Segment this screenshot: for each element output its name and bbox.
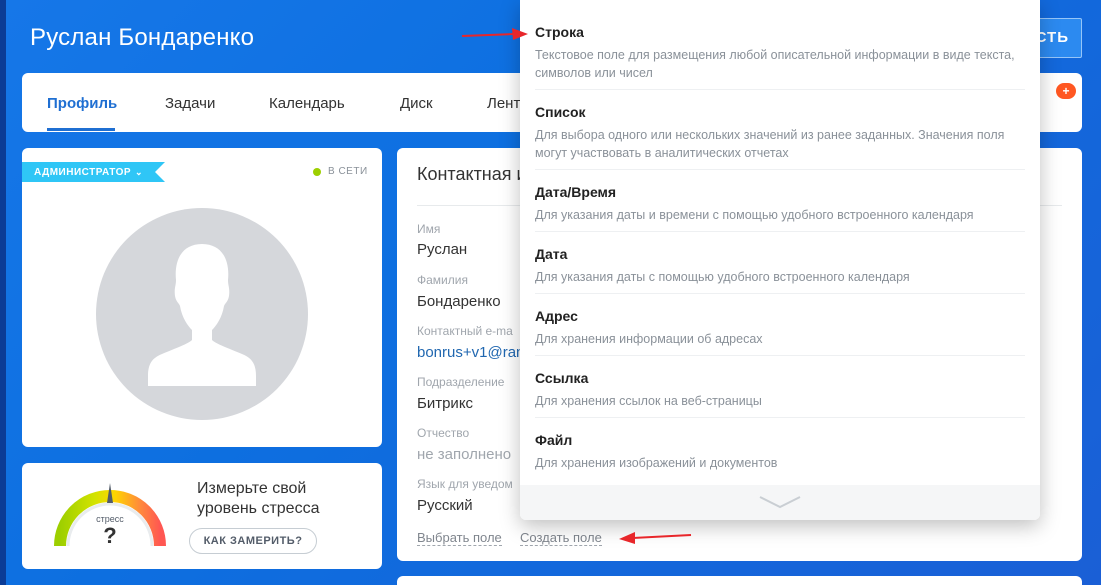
field-label-first-name: Имя xyxy=(417,222,441,236)
role-badge[interactable]: АДМИНИСТРАТОР ⌄ xyxy=(22,162,165,182)
stress-prompt: Измерьте свой уровень стресса xyxy=(197,480,320,517)
stress-card: стресс ? Измерьте свой уровень стресса К… xyxy=(22,463,382,569)
measure-stress-button[interactable]: КАК ЗАМЕРИТЬ? xyxy=(189,528,317,554)
page-title: Руслан Бондаренко xyxy=(30,24,255,51)
dropdown-scroll-more[interactable] xyxy=(520,485,1040,520)
field-type-option-datetime[interactable]: Дата/Время Для указания даты и времени с… xyxy=(520,184,1040,224)
field-label-department: Подразделение xyxy=(417,375,505,389)
option-description: Для хранения ссылок на веб-страницы xyxy=(535,394,762,408)
option-description: Для указания даты и времени с помощью уд… xyxy=(535,208,974,222)
tab-tasks[interactable]: Задачи xyxy=(165,95,215,112)
divider xyxy=(535,293,1025,294)
option-title: Строка xyxy=(535,24,584,40)
online-status-dot xyxy=(313,168,321,176)
option-title: Список xyxy=(535,104,586,120)
option-description: Для указания даты с помощью удобного вст… xyxy=(535,270,910,284)
red-arrow-icon xyxy=(461,28,528,40)
option-description: Текстовое поле для размещения любой опис… xyxy=(535,48,1015,80)
divider xyxy=(535,355,1025,356)
stress-gauge-value: ? xyxy=(103,523,117,548)
option-description: Для хранения изображений и документов xyxy=(535,456,778,470)
field-type-option-link[interactable]: Ссылка Для хранения ссылок на веб-страни… xyxy=(520,370,1040,410)
field-value-last-name: Бондаренко xyxy=(417,293,501,310)
chevron-down-icon: ⌄ xyxy=(135,167,144,177)
red-arrow-icon xyxy=(619,532,692,544)
option-title: Дата xyxy=(535,246,568,262)
field-value-first-name: Руслан xyxy=(417,241,468,258)
contact-card-title: Контактная и xyxy=(417,164,527,184)
role-badge-label: АДМИНИСТРАТОР xyxy=(34,167,132,178)
field-value-notification-language: Русский xyxy=(417,497,473,514)
option-title: Адрес xyxy=(535,308,578,324)
field-type-option-string[interactable]: Строка Текстовое поле для размещения люб… xyxy=(520,24,1040,82)
tab-calendar[interactable]: Календарь xyxy=(269,95,345,112)
tab-profile[interactable]: Профиль xyxy=(47,95,117,112)
field-value-email[interactable]: bonrus+v1@ran xyxy=(417,344,524,361)
option-description: Для выбора одного или нескольких значени… xyxy=(535,128,1005,160)
tab-disk[interactable]: Диск xyxy=(400,95,433,112)
field-type-option-file[interactable]: Файл Для хранения изображений и документ… xyxy=(520,432,1040,472)
field-value-department: Битрикс xyxy=(417,395,474,412)
tab-counter-badge: + xyxy=(1056,83,1076,99)
field-label-notification-language: Язык для уведом xyxy=(417,477,513,491)
create-field-link[interactable]: Создать поле xyxy=(520,530,602,546)
divider xyxy=(535,89,1025,90)
select-field-link[interactable]: Выбрать поле xyxy=(417,530,502,546)
option-title: Ссылка xyxy=(535,370,589,386)
divider xyxy=(535,417,1025,418)
online-status-label: В СЕТИ xyxy=(328,166,368,177)
field-label-patronymic: Отчество xyxy=(417,426,470,440)
avatar-card: АДМИНИСТРАТОР ⌄ В СЕТИ xyxy=(22,148,382,447)
option-description: Для хранения информации об адресах xyxy=(535,332,763,346)
chevron-down-icon xyxy=(759,496,801,509)
field-type-option-date[interactable]: Дата Для указания даты с помощью удобног… xyxy=(520,246,1040,286)
option-title: Дата/Время xyxy=(535,184,617,200)
next-card xyxy=(397,576,1082,585)
field-label-email: Контактный e-ma xyxy=(417,324,513,338)
divider xyxy=(535,231,1025,232)
field-type-dropdown: Строка Текстовое поле для размещения люб… xyxy=(520,0,1040,520)
field-type-option-list[interactable]: Список Для выбора одного или нескольких … xyxy=(520,104,1040,162)
field-label-last-name: Фамилия xyxy=(417,273,468,287)
tab-feed[interactable]: Лент xyxy=(487,95,520,112)
field-type-option-address[interactable]: Адрес Для хранения информации об адресах xyxy=(520,308,1040,348)
left-strip xyxy=(0,0,6,585)
avatar[interactable] xyxy=(96,208,308,420)
field-value-patronymic: не заполнено xyxy=(417,446,512,463)
divider xyxy=(535,169,1025,170)
active-tab-indicator xyxy=(47,128,115,131)
user-silhouette-icon xyxy=(148,244,256,386)
option-title: Файл xyxy=(535,432,573,448)
